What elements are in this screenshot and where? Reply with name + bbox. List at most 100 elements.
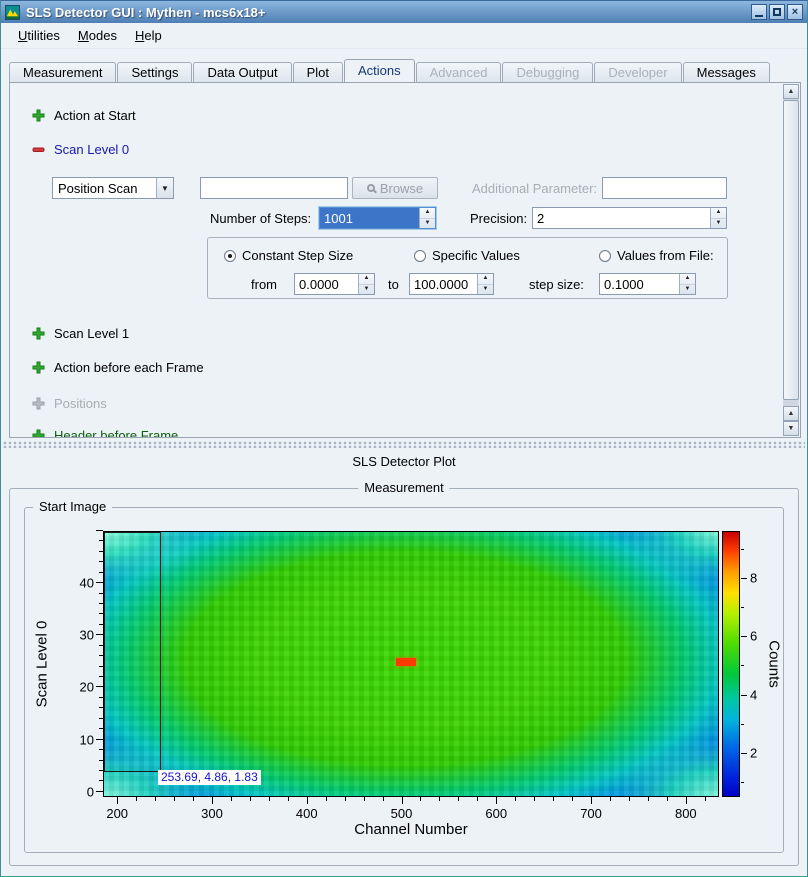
x-tick-mark (174, 797, 175, 801)
scroll-up-button[interactable]: ▲ (783, 406, 799, 421)
tab-actions[interactable]: Actions (344, 59, 415, 82)
colorbar-tick-mark (741, 607, 744, 608)
spin-buttons[interactable]: ▲▼ (358, 274, 374, 294)
scroll-up-button[interactable]: ▲ (783, 84, 799, 99)
expand-plus-icon[interactable] (32, 361, 45, 374)
tab-plot[interactable]: Plot (293, 62, 343, 82)
close-button[interactable]: × (787, 4, 803, 20)
x-tick-mark (648, 797, 649, 801)
tab-data-output[interactable]: Data Output (193, 62, 291, 82)
colorbar-tick-labels: 2468 (750, 531, 766, 797)
y-tick-label: 30 (80, 628, 94, 643)
scan-mode-combobox[interactable]: Position Scan ▼ (52, 177, 174, 199)
header-before-frame-item[interactable]: Header before Frame (32, 427, 178, 438)
menu-help[interactable]: Help (126, 25, 171, 46)
scrollbar-thumb[interactable] (783, 100, 799, 400)
tab-settings[interactable]: Settings (117, 62, 192, 82)
precision-value[interactable]: 2 (533, 208, 710, 228)
tab-debugging: Debugging (502, 62, 593, 82)
step-size-spinbox[interactable]: 0.1000 ▲▼ (599, 273, 696, 295)
scan-level-1-label[interactable]: Scan Level 1 (54, 326, 129, 341)
tab-measurement[interactable]: Measurement (9, 62, 116, 82)
spin-down-icon[interactable]: ▼ (680, 285, 695, 295)
action-at-start-item[interactable]: Action at Start (32, 107, 136, 123)
y-tick-label: 0 (87, 784, 94, 799)
radio-constant-label[interactable]: Constant Step Size (242, 248, 353, 263)
expand-plus-icon[interactable] (32, 109, 45, 122)
expand-plus-icon[interactable] (32, 429, 45, 439)
radio-constant-step-size[interactable]: Constant Step Size (224, 248, 353, 263)
scan-parameter-input[interactable] (200, 177, 348, 199)
minimize-icon (755, 15, 763, 17)
y-tick-mark (96, 530, 103, 531)
spin-down-icon[interactable]: ▼ (420, 219, 435, 229)
x-tick-labels: 200300400500600700800 (103, 806, 719, 821)
minimize-button[interactable] (751, 4, 767, 20)
spin-down-icon[interactable]: ▼ (478, 285, 493, 295)
menu-modes[interactable]: Modes (69, 25, 126, 46)
dock-splitter[interactable]: SLS Detector Plot (1, 438, 807, 474)
to-spinbox[interactable]: 100.0000 ▲▼ (409, 273, 494, 295)
spin-up-icon[interactable]: ▲ (359, 274, 374, 285)
num-steps-spinbox[interactable]: 1001 ▲▼ (319, 207, 436, 229)
x-tick-label: 800 (675, 806, 697, 821)
collapse-minus-icon[interactable] (32, 143, 45, 156)
spin-buttons[interactable]: ▲▼ (477, 274, 493, 294)
heatmap-canvas[interactable] (103, 531, 719, 797)
scan-mode-value[interactable]: Position Scan (53, 178, 156, 198)
to-value[interactable]: 100.0000 (410, 274, 477, 294)
scroll-down-button[interactable]: ▼ (783, 421, 799, 436)
spin-up-icon[interactable]: ▲ (711, 208, 726, 219)
action-before-frame-label[interactable]: Action before each Frame (54, 360, 204, 375)
chevron-down-icon[interactable]: ▼ (156, 178, 173, 198)
from-value[interactable]: 0.0000 (295, 274, 358, 294)
radio-file-label[interactable]: Values from File: (617, 248, 714, 263)
expand-plus-icon[interactable] (32, 327, 45, 340)
spin-down-icon[interactable]: ▼ (711, 219, 726, 229)
radio-specific-values[interactable]: Specific Values (414, 248, 520, 263)
radio-selected-icon[interactable] (224, 250, 236, 262)
spin-up-icon[interactable]: ▲ (680, 274, 695, 285)
x-tick-mark (667, 797, 668, 801)
vertical-scrollbar[interactable]: ▲ ▲ ▼ (783, 84, 799, 436)
spin-buttons[interactable]: ▲▼ (679, 274, 695, 294)
zoom-selection-rect[interactable] (104, 532, 161, 772)
radio-specific-label[interactable]: Specific Values (432, 248, 520, 263)
start-image-groupbox: Start Image Scan Level 0 010203040 253.6… (24, 507, 784, 853)
splitter-handle-dots[interactable] (3, 441, 805, 448)
expand-plus-icon-disabled (32, 397, 45, 410)
radio-icon[interactable] (599, 250, 611, 262)
header-before-frame-label[interactable]: Header before Frame (54, 428, 178, 439)
from-spinbox[interactable]: 0.0000 ▲▼ (294, 273, 375, 295)
x-tick-mark (629, 797, 630, 801)
spin-buttons[interactable]: ▲▼ (419, 208, 435, 228)
step-size-value[interactable]: 0.1000 (600, 274, 679, 294)
browse-label: Browse (380, 181, 423, 196)
scan-level-0-label[interactable]: Scan Level 0 (54, 142, 129, 157)
action-before-frame-item[interactable]: Action before each Frame (32, 359, 204, 375)
spin-up-icon[interactable]: ▲ (478, 274, 493, 285)
radio-icon[interactable] (414, 250, 426, 262)
tab-messages[interactable]: Messages (683, 62, 770, 82)
scan-level-0-item[interactable]: Scan Level 0 (32, 141, 129, 157)
spin-buttons[interactable]: ▲▼ (710, 208, 726, 228)
app-window: SLS Detector GUI : Mythen - mcs6x18+ × U… (0, 0, 808, 877)
num-steps-value[interactable]: 1001 (320, 208, 419, 228)
precision-label: Precision: (470, 211, 527, 226)
y-tick-mark (96, 686, 103, 687)
menu-utilities[interactable]: Utilities (9, 25, 69, 46)
x-tick-mark (383, 797, 384, 801)
scan-level-1-item[interactable]: Scan Level 1 (32, 325, 129, 341)
dock-title: SLS Detector Plot (1, 454, 807, 469)
x-axis-title: Channel Number (354, 821, 467, 838)
precision-spinbox[interactable]: 2 ▲▼ (532, 207, 727, 229)
spin-down-icon[interactable]: ▼ (359, 285, 374, 295)
titlebar[interactable]: SLS Detector GUI : Mythen - mcs6x18+ × (1, 1, 807, 23)
additional-parameter-input[interactable] (602, 177, 727, 199)
maximize-button[interactable] (769, 4, 785, 20)
action-at-start-label[interactable]: Action at Start (54, 108, 136, 123)
intensity-peak-marker (396, 658, 416, 666)
plot-panel: Measurement Start Image Scan Level 0 010… (1, 474, 807, 876)
radio-values-from-file[interactable]: Values from File: (599, 248, 714, 263)
spin-up-icon[interactable]: ▲ (420, 208, 435, 219)
